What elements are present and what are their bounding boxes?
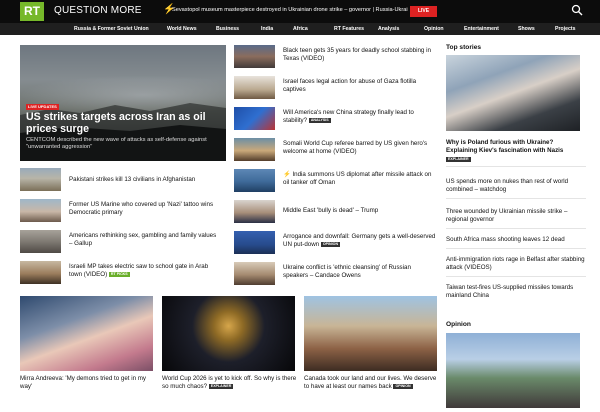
top-story-item[interactable]: Taiwan test-fires US-supplied missiles t… bbox=[446, 284, 586, 300]
top-story-item[interactable]: US spends more on nukes than rest of wor… bbox=[446, 178, 586, 194]
list-item-thumb[interactable] bbox=[234, 45, 275, 68]
opinion-tag: OPINION bbox=[320, 242, 341, 248]
list-item[interactable]: Ukraine conflict is 'ethnic cleansing' o… bbox=[283, 264, 437, 280]
tile-image[interactable] bbox=[162, 296, 295, 371]
explainer-tag-wrap: EXPLAINER bbox=[446, 156, 586, 164]
tile-headline[interactable]: Mirra Andreeva: 'My demons tried to get … bbox=[20, 375, 153, 391]
opinion-tag: OPINION bbox=[393, 383, 413, 389]
list-item-thumb[interactable] bbox=[234, 262, 275, 285]
list-item-thumb[interactable] bbox=[234, 138, 275, 161]
tile-image[interactable] bbox=[20, 296, 153, 371]
nav-analysis[interactable]: Analysis bbox=[378, 26, 399, 32]
list-item[interactable]: Americans rethinking sex, gambling and f… bbox=[69, 232, 221, 248]
tile-headline[interactable]: World Cup 2026 is yet to kick off. So wh… bbox=[162, 375, 298, 391]
top-story-item[interactable]: Anti-immigration riots rage in Belfast a… bbox=[446, 256, 586, 272]
lightning-icon: ⚡ bbox=[283, 171, 291, 178]
divider bbox=[446, 248, 586, 249]
top-story-item[interactable]: Why is Poland furious with Ukraine? Expl… bbox=[446, 139, 586, 155]
explainer-tag: EXPLAINER bbox=[208, 383, 234, 389]
divider bbox=[446, 166, 586, 167]
top-story-item[interactable]: South Africa mass shooting leaves 12 dea… bbox=[446, 236, 586, 244]
divider bbox=[446, 228, 586, 229]
divider bbox=[446, 276, 586, 277]
list-item-thumb[interactable] bbox=[234, 107, 275, 130]
tile-headline[interactable]: Canada took our land and our lives. We d… bbox=[304, 375, 440, 391]
list-item-thumb[interactable] bbox=[20, 199, 61, 222]
list-item[interactable]: Will America's new China strategy finall… bbox=[283, 109, 437, 125]
list-item[interactable]: Former US Marine who covered up 'Nazi' t… bbox=[69, 201, 221, 217]
list-item-thumb[interactable] bbox=[234, 200, 275, 223]
feature-title[interactable]: US strikes targets across Iran as oil pr… bbox=[26, 111, 226, 135]
feature-subtitle: CENTCOM described the new wave of attack… bbox=[26, 137, 207, 150]
nav-opinion[interactable]: Opinion bbox=[424, 26, 444, 32]
nav-india[interactable]: India bbox=[261, 26, 273, 32]
nav-russia[interactable]: Russia & Former Soviet Union bbox=[74, 26, 149, 32]
list-item[interactable]: Israeli MP takes electric saw to school … bbox=[69, 263, 221, 279]
tile-image[interactable] bbox=[304, 296, 437, 371]
live-button[interactable]: LIVE bbox=[410, 6, 437, 17]
list-item-thumb[interactable] bbox=[234, 169, 275, 192]
nav-world-news[interactable]: World News bbox=[167, 26, 197, 32]
news-ticker[interactable]: Sevastopol museum masterpiece destroyed … bbox=[172, 7, 408, 13]
list-item[interactable]: ⚡ India summons US diplomat after missil… bbox=[283, 171, 437, 187]
nav-business[interactable]: Business bbox=[216, 26, 239, 32]
opinion-heading: Opinion bbox=[446, 321, 471, 328]
nav-rt-features[interactable]: RT Features bbox=[334, 26, 364, 32]
nav-shows[interactable]: Shows bbox=[518, 26, 535, 32]
list-item[interactable]: Pakistani strikes kill 13 civilians in A… bbox=[69, 176, 221, 184]
list-item[interactable]: Israel faces legal action for abuse of G… bbox=[283, 78, 437, 94]
main-nav: Russia & Former Soviet Union World News … bbox=[0, 23, 600, 35]
list-item-thumb[interactable] bbox=[20, 261, 61, 284]
list-item-thumb[interactable] bbox=[234, 231, 275, 254]
slogan: QUESTION MORE bbox=[54, 5, 142, 16]
top-story-image[interactable] bbox=[446, 55, 580, 131]
list-item-thumb[interactable] bbox=[20, 168, 61, 191]
list-item[interactable]: Black teen gets 35 years for deadly scho… bbox=[283, 47, 437, 63]
search-icon[interactable] bbox=[571, 4, 583, 16]
opinion-image[interactable] bbox=[446, 333, 580, 408]
nav-africa[interactable]: Africa bbox=[293, 26, 308, 32]
nav-entertainment[interactable]: Entertainment bbox=[464, 26, 499, 32]
list-item-thumb[interactable] bbox=[20, 230, 61, 253]
nav-projects[interactable]: Projects bbox=[555, 26, 575, 32]
list-item[interactable]: Middle East 'bully is dead' – Trump bbox=[283, 207, 437, 215]
rt-picks-tag: RT PICKS bbox=[108, 272, 130, 278]
list-item[interactable]: Arrogance and downfall: Germany gets a w… bbox=[283, 233, 437, 249]
analysis-tag: ANALYSIS bbox=[308, 118, 331, 124]
live-updates-badge: LIVE UPDATES bbox=[26, 104, 59, 110]
top-header: RT QUESTION MORE ⚡ Sevastopol museum mas… bbox=[0, 0, 600, 23]
top-stories-heading: Top stories bbox=[446, 44, 482, 51]
list-item[interactable]: Somali World Cup referee barred by US gi… bbox=[283, 140, 437, 156]
list-item-thumb[interactable] bbox=[234, 76, 275, 99]
rt-logo[interactable]: RT bbox=[20, 2, 44, 21]
top-story-item[interactable]: Three wounded by Ukrainian missile strik… bbox=[446, 208, 586, 224]
explainer-tag: EXPLAINER bbox=[446, 156, 471, 162]
divider bbox=[446, 198, 586, 199]
